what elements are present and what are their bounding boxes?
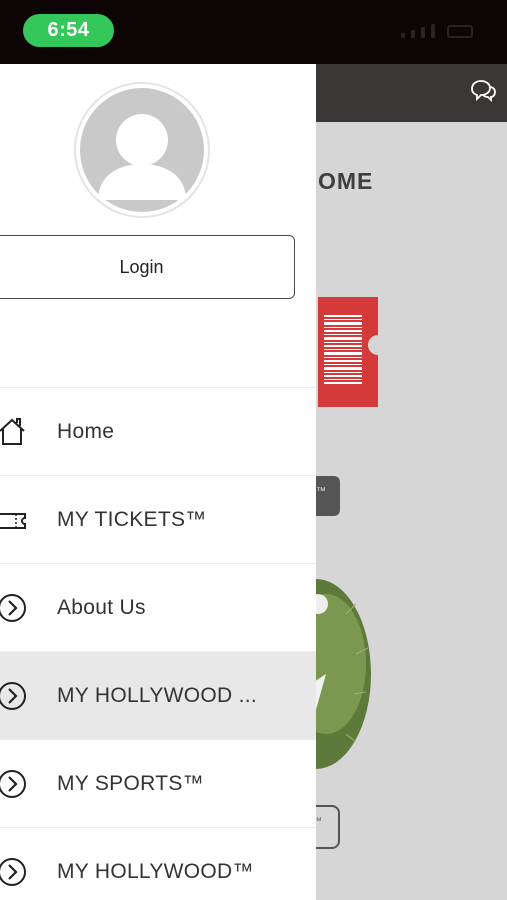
background-title: OME (318, 168, 374, 194)
menu-item-label: Home (57, 419, 115, 443)
login-button[interactable]: Login (0, 235, 295, 299)
signal-bar (401, 33, 405, 38)
menu-item-label: About Us (57, 595, 146, 619)
chat-icon[interactable] (469, 78, 497, 104)
drawer-menu: Home MY TICKETS™ About Us MY HOLLYWOOD .… (0, 387, 316, 900)
chevron-circle-right-icon (0, 768, 28, 800)
menu-item-my-hollywood-selected[interactable]: MY HOLLYWOOD ... (0, 651, 316, 739)
battery-icon (447, 25, 473, 38)
user-icon (98, 114, 186, 200)
avatar-placeholder (80, 88, 204, 212)
menu-item-home[interactable]: Home (0, 387, 316, 475)
side-drawer: Login Home MY TICKETS™ About Us MY HOLLY… (0, 64, 316, 900)
background-button-label: ™ (316, 486, 326, 497)
chevron-circle-right-icon (0, 680, 28, 712)
menu-item-my-hollywood[interactable]: MY HOLLYWOOD™ (0, 827, 316, 900)
ticket-icon (0, 504, 28, 536)
signal-bar (421, 27, 425, 38)
status-bar: 6:54 (0, 0, 507, 64)
status-icons (401, 24, 473, 38)
signal-bar (431, 24, 435, 38)
menu-item-label: MY HOLLYWOOD™ (57, 859, 254, 883)
chevron-circle-right-icon (0, 592, 28, 624)
menu-item-my-tickets[interactable]: MY TICKETS™ (0, 475, 316, 563)
menu-item-about-us[interactable]: About Us (0, 563, 316, 651)
signal-bar (411, 30, 415, 38)
menu-item-label: MY SPORTS™ (57, 771, 204, 795)
ticket-image (318, 297, 378, 407)
menu-item-my-sports[interactable]: MY SPORTS™ (0, 739, 316, 827)
home-icon (0, 416, 28, 448)
menu-item-label: MY HOLLYWOOD ... (57, 683, 258, 707)
status-time: 6:54 (23, 14, 114, 47)
avatar[interactable] (74, 82, 210, 218)
menu-item-label: MY TICKETS™ (57, 507, 207, 531)
chevron-circle-right-icon (0, 856, 28, 888)
